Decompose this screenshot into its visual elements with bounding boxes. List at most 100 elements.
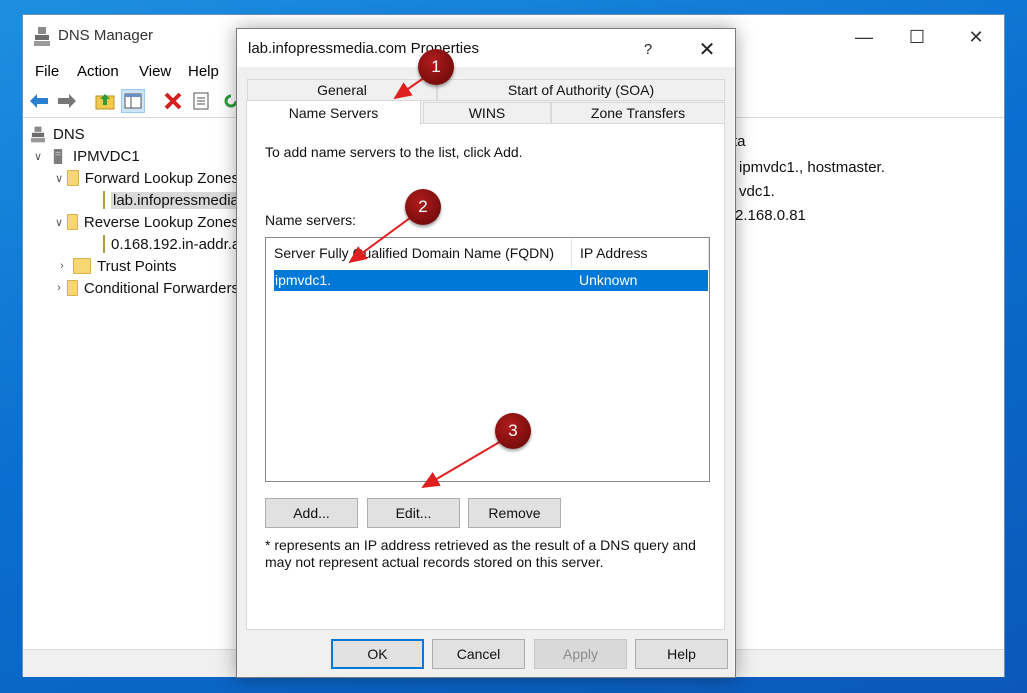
question-mark-icon: ? bbox=[643, 40, 653, 58]
remove-button-label: Remove bbox=[488, 505, 541, 521]
table-row[interactable]: ipmvdc1. Unknown bbox=[274, 270, 708, 291]
record-data-row[interactable]: vdc1. bbox=[739, 183, 775, 200]
zone-icon bbox=[103, 191, 105, 209]
column-header-fqdn[interactable]: Server Fully Qualified Domain Name (FQDN… bbox=[266, 238, 572, 268]
tab-general[interactable]: General bbox=[247, 79, 437, 101]
column-header-label: IP Address bbox=[580, 245, 648, 261]
record-data-row[interactable]: ipmvdc1., hostmaster. bbox=[739, 159, 885, 176]
dialog-title-bar: lab.infopressmedia.com Properties ? ✕ bbox=[237, 29, 735, 67]
edit-button-label: Edit... bbox=[395, 505, 432, 521]
dialog-close-button[interactable]: ✕ bbox=[689, 35, 725, 63]
tab-start-of-authority[interactable]: Start of Authority (SOA) bbox=[437, 79, 725, 101]
properties-button[interactable] bbox=[189, 89, 213, 113]
ok-button-label: OK bbox=[367, 646, 388, 662]
help-button[interactable]: Help bbox=[635, 639, 728, 669]
apply-button-label: Apply bbox=[562, 646, 599, 662]
name-servers-list[interactable]: Server Fully Qualified Domain Name (FQDN… bbox=[265, 237, 710, 482]
tab-wins[interactable]: WINS bbox=[423, 102, 551, 124]
chevron-right-icon[interactable]: › bbox=[55, 282, 63, 294]
zone-properties-dialog: lab.infopressmedia.com Properties ? ✕ Ge… bbox=[236, 28, 736, 678]
delete-x-icon bbox=[164, 92, 182, 110]
show-hide-console-tree-button[interactable] bbox=[121, 89, 145, 113]
tree-item-reverse-zone[interactable]: 0.168.192.in-addr.arpa bbox=[23, 233, 239, 255]
minimize-icon: — bbox=[855, 26, 873, 47]
maximize-button[interactable]: ☐ bbox=[894, 15, 940, 59]
instruction-text: To add name servers to the list, click A… bbox=[265, 144, 523, 160]
column-header-label: Server Fully Qualified Domain Name (FQDN… bbox=[274, 245, 555, 261]
tree-label: Reverse Lookup Zones bbox=[83, 213, 239, 231]
close-button[interactable]: ✕ bbox=[953, 15, 999, 59]
remove-button[interactable]: Remove bbox=[468, 498, 561, 528]
footnote-text: * represents an IP address retrieved as … bbox=[265, 537, 696, 570]
zone-icon bbox=[103, 235, 105, 253]
tree-label: IPMVDC1 bbox=[73, 147, 140, 165]
tab-label: General bbox=[317, 82, 367, 98]
details-pane: ta ipmvdc1., hostmaster. vdc1. 2.168.0.8… bbox=[723, 123, 1004, 649]
folder-icon bbox=[73, 258, 91, 274]
callout-badge-2: 2 bbox=[405, 189, 441, 225]
maximize-icon: ☐ bbox=[908, 26, 926, 47]
ok-button[interactable]: OK bbox=[331, 639, 424, 669]
column-header-ip-address[interactable]: IP Address bbox=[572, 238, 709, 268]
folder-icon bbox=[67, 170, 79, 186]
tree-label: Trust Points bbox=[97, 257, 177, 275]
tree-label: 0.168.192.in-addr.arpa bbox=[111, 235, 239, 253]
tree-label: DNS bbox=[53, 125, 85, 143]
add-button[interactable]: Add... bbox=[265, 498, 358, 528]
chevron-down-icon[interactable]: ∨ bbox=[55, 216, 63, 229]
delete-button[interactable] bbox=[161, 89, 185, 113]
apply-button[interactable]: Apply bbox=[534, 639, 627, 669]
tree-item-forward-lookup-zones[interactable]: ∨ Forward Lookup Zones bbox=[23, 167, 239, 189]
tab-label: Zone Transfers bbox=[590, 105, 686, 121]
menu-action[interactable]: Action bbox=[77, 63, 119, 80]
back-button[interactable] bbox=[27, 89, 51, 113]
tab-label: WINS bbox=[468, 105, 506, 121]
dialog-help-button[interactable]: ? bbox=[633, 37, 663, 61]
tab-name-servers[interactable]: Name Servers bbox=[246, 100, 421, 125]
forward-button[interactable] bbox=[55, 89, 79, 113]
cancel-button[interactable]: Cancel bbox=[432, 639, 525, 669]
row-fqdn: ipmvdc1. bbox=[275, 272, 332, 288]
tab-zone-transfers[interactable]: Zone Transfers bbox=[551, 102, 725, 124]
chevron-right-icon[interactable]: › bbox=[55, 260, 69, 272]
tab-label: Start of Authority (SOA) bbox=[507, 82, 655, 98]
forward-arrow-icon bbox=[58, 94, 76, 108]
tab-label: Name Servers bbox=[288, 105, 379, 121]
record-data-row[interactable]: 2.168.0.81 bbox=[735, 207, 806, 224]
tree-item-conditional-forwarders[interactable]: › Conditional Forwarders bbox=[23, 277, 239, 299]
tree-label: lab.infopressmedia.com bbox=[111, 191, 239, 209]
minimize-button[interactable]: — bbox=[841, 15, 887, 59]
cancel-button-label: Cancel bbox=[456, 646, 501, 662]
tree-item-trust-points[interactable]: › Trust Points bbox=[23, 255, 239, 277]
callout-badge-1: 1 bbox=[418, 49, 454, 85]
menu-help[interactable]: Help bbox=[188, 63, 219, 80]
server-icon bbox=[53, 148, 63, 164]
tree-label: Forward Lookup Zones bbox=[84, 169, 239, 187]
menu-file[interactable]: File bbox=[35, 63, 59, 80]
up-one-level-button[interactable] bbox=[93, 89, 117, 113]
callout-badge-3: 3 bbox=[495, 413, 531, 449]
add-button-label: Add... bbox=[293, 505, 330, 521]
properties-icon bbox=[193, 92, 209, 110]
tree-item-lab-infopressmedia-com[interactable]: lab.infopressmedia.com bbox=[23, 189, 239, 211]
folder-icon bbox=[66, 280, 78, 296]
tree-label: Conditional Forwarders bbox=[83, 279, 239, 297]
console-tree: DNS ∨ IPMVDC1 ∨ Forward Lookup Zones lab… bbox=[23, 123, 239, 649]
folder-icon bbox=[67, 214, 78, 230]
row-ip-address: Unknown bbox=[579, 272, 638, 288]
tree-item-reverse-lookup-zones[interactable]: ∨ Reverse Lookup Zones bbox=[23, 211, 239, 233]
tree-item-ipmvdc1[interactable]: ∨ IPMVDC1 bbox=[23, 145, 239, 167]
close-icon: ✕ bbox=[968, 26, 984, 47]
folder-up-icon bbox=[95, 94, 115, 110]
dns-manager-app-icon bbox=[34, 27, 50, 50]
close-icon: ✕ bbox=[698, 38, 716, 61]
tree-item-dns[interactable]: DNS bbox=[23, 123, 239, 145]
chevron-down-icon[interactable]: ∨ bbox=[55, 172, 63, 185]
back-arrow-icon bbox=[30, 94, 48, 108]
edit-button[interactable]: Edit... bbox=[367, 498, 460, 528]
chevron-down-icon[interactable]: ∨ bbox=[31, 150, 45, 163]
name-servers-panel: To add name servers to the list, click A… bbox=[246, 123, 725, 630]
menu-view[interactable]: View bbox=[139, 63, 171, 80]
dns-icon bbox=[31, 126, 45, 142]
help-button-label: Help bbox=[667, 646, 696, 662]
